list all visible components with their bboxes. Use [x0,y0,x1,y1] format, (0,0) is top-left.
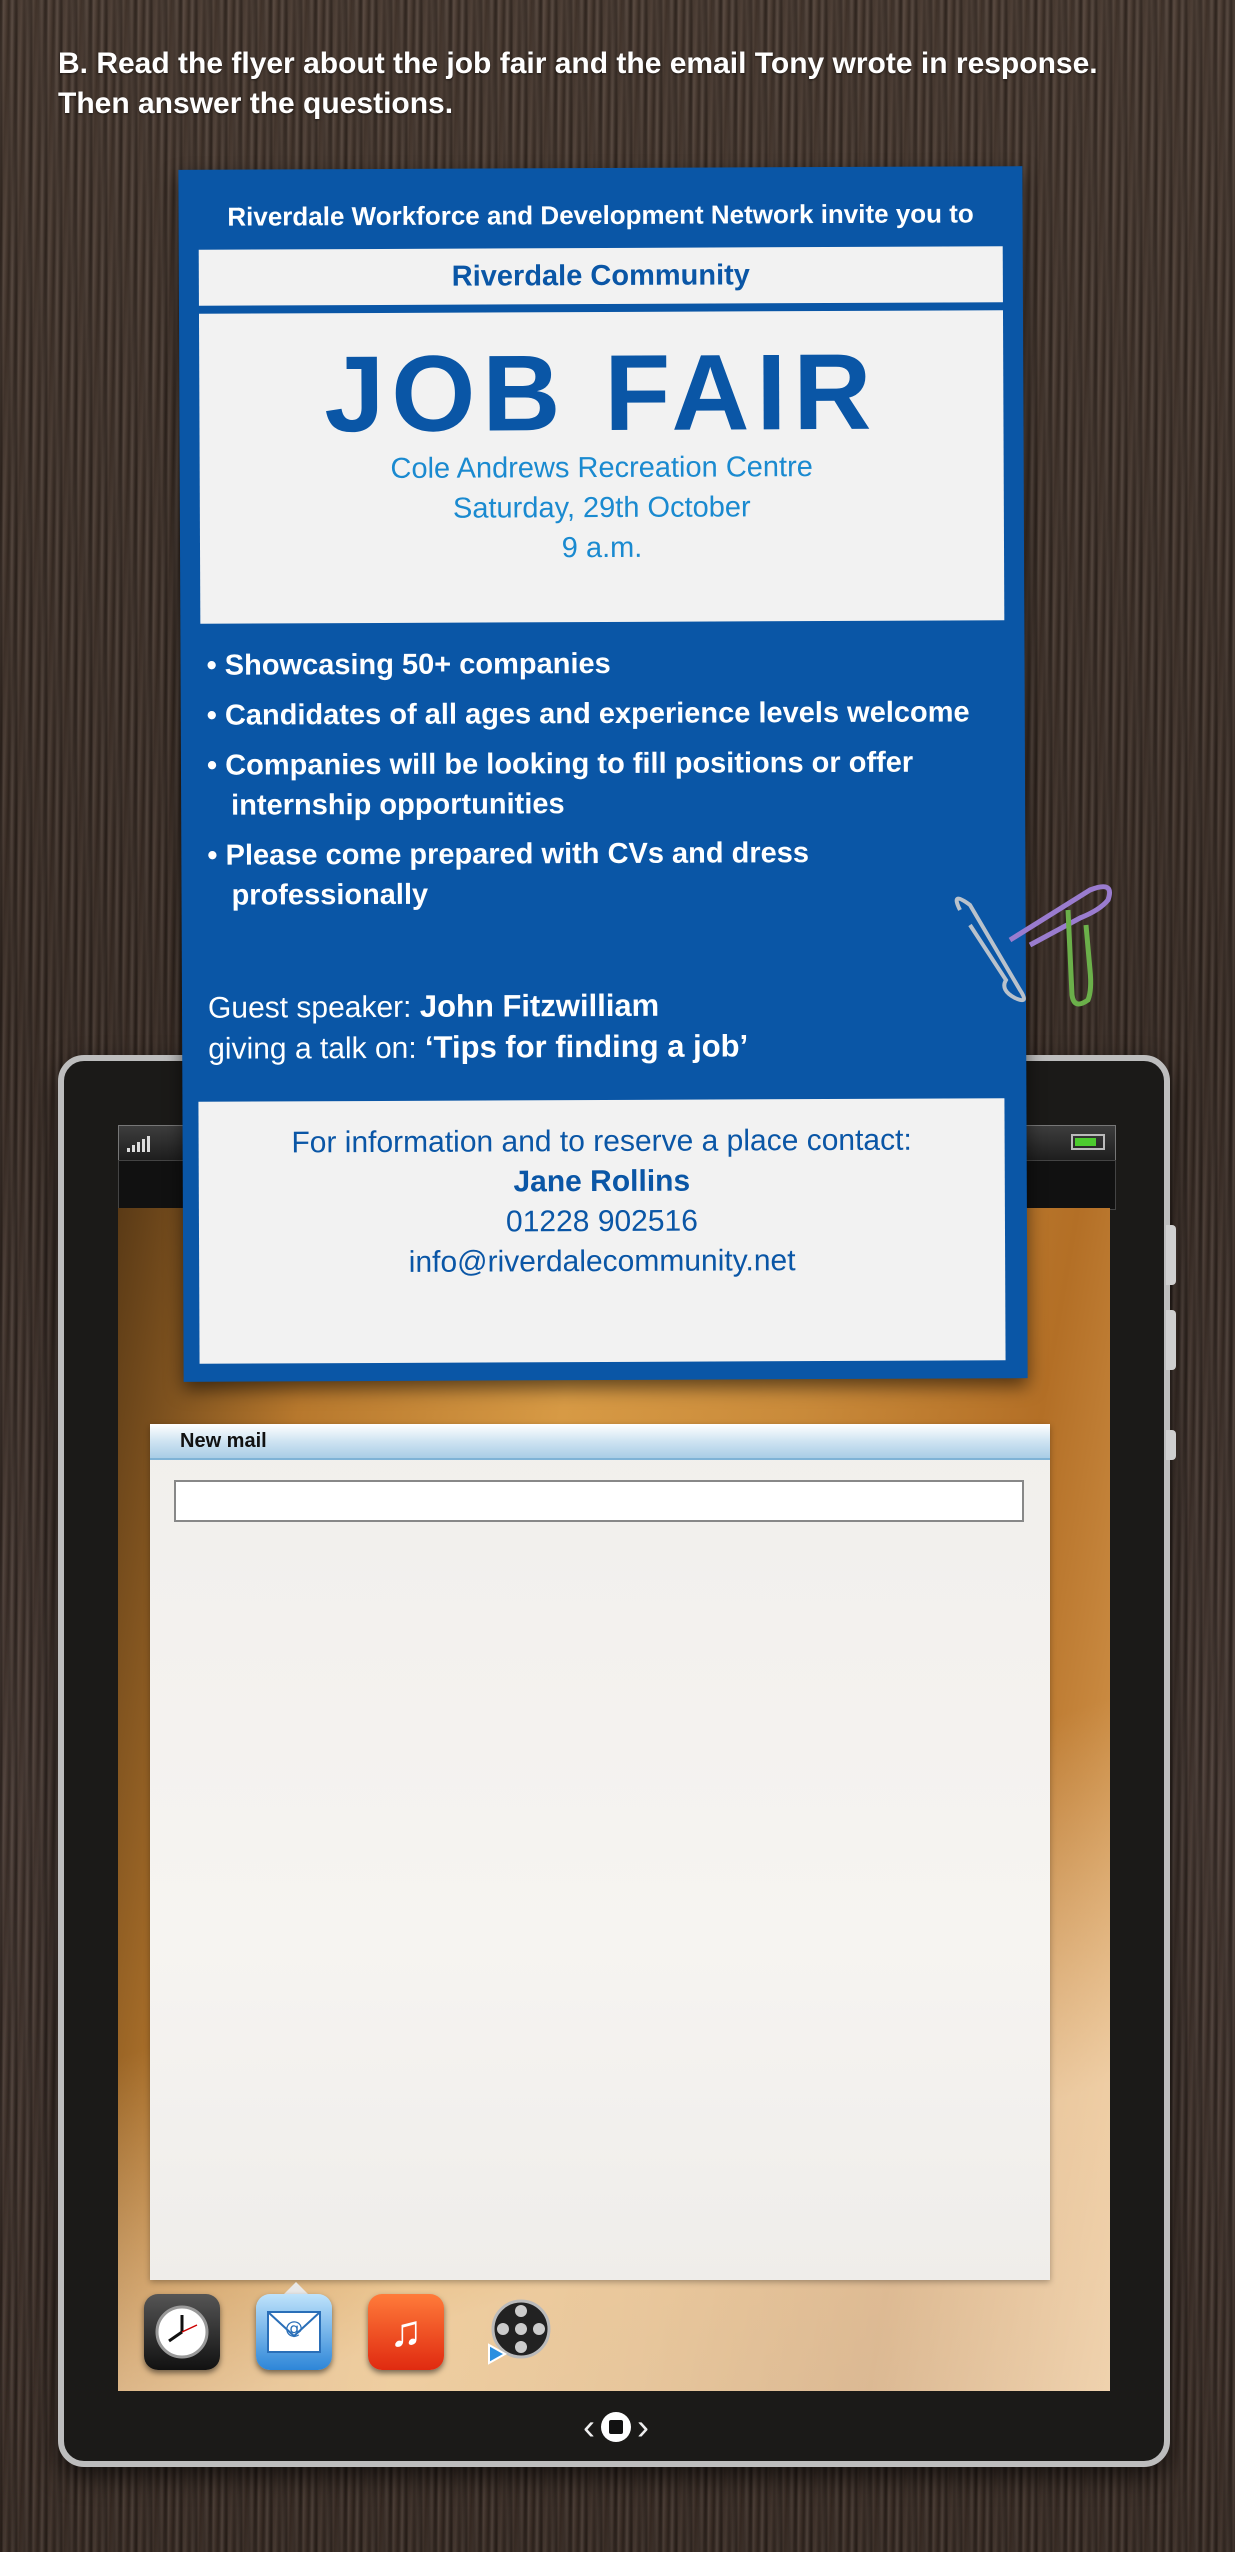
contact-email: info@riverdalecommunity.net [408,1244,796,1279]
flyer-community-banner: Riverdale Community [198,246,1003,306]
flyer-bullet: • Companies will be looking to fill posi… [206,746,914,822]
mail-icon[interactable]: @ [256,2294,332,2370]
flyer-speaker: Guest speaker: John Fitzwilliam giving a… [208,984,998,1069]
talk-label: giving a talk on: [208,1031,426,1066]
tablet-side-button[interactable] [1166,1225,1176,1285]
music-icon[interactable]: ♫ [368,2294,444,2370]
mail-subject-input[interactable] [174,1480,1024,1522]
flyer-organizer-line: Riverdale Workforce and Development Netw… [227,198,974,232]
chevron-right-icon: › [637,2406,649,2447]
flyer-venue: Cole Andrews Recreation Centre [390,451,813,485]
talk-title: ‘Tips for finding a job’ [424,1028,749,1065]
video-icon[interactable] [480,2294,556,2370]
flyer-time: 9 a.m. [561,531,643,565]
home-button[interactable]: ‹ › [574,2402,658,2452]
home-square-icon [601,2412,631,2442]
paper-clips-icon [954,884,1112,1007]
job-fair-flyer: Riverdale Workforce and Development Netw… [178,166,1028,1382]
contact-phone: 01228 902516 [505,1204,698,1239]
flyer-contact-panel: For information and to reserve a place c… [198,1098,1006,1364]
signal-icon [127,1136,150,1152]
contact-name: Jane Rollins [513,1164,691,1199]
speaker-label: Guest speaker: [207,990,420,1025]
flyer-bullet-list: • Showcasing 50+ companies • Candidates … [206,642,997,925]
svg-text:@: @ [285,2318,303,2339]
flyer-bullet: • Candidates of all ages and experience … [206,696,970,732]
exercise-instructions: B. Read the flyer about the job fair and… [58,47,1098,120]
flyer-bullet: • Showcasing 50+ companies [206,647,611,682]
flyer-date: Saturday, 29th October [452,491,751,525]
contact-intro: For information and to reserve a place c… [291,1123,912,1160]
new-mail-window: New mail [150,1424,1050,2280]
chevron-left-icon: ‹ [583,2406,595,2447]
tablet-side-button[interactable] [1166,1310,1176,1370]
flyer-bullet: • Please come prepared with CVs and dres… [207,837,810,912]
clock-icon[interactable] [144,2294,220,2370]
speaker-name: John Fitzwilliam [419,987,660,1024]
flyer-title-panel: JOB FAIR Cole Andrews Recreation Centre … [198,310,1005,624]
flyer-title: JOB FAIR [324,330,879,455]
battery-icon [1071,1134,1105,1150]
tablet-side-button[interactable] [1166,1430,1176,1460]
mail-header: New mail [150,1424,1050,1460]
